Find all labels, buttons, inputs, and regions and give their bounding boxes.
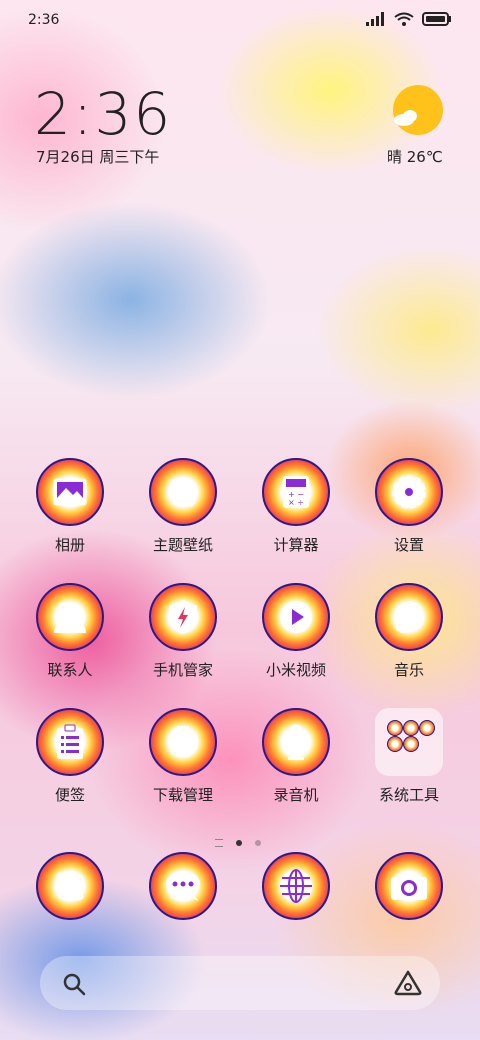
app-label: 音乐 bbox=[393, 661, 424, 679]
app-security[interactable]: 手机管家 bbox=[128, 583, 238, 680]
contact-icon bbox=[36, 583, 104, 651]
app-label: 设置 bbox=[393, 536, 424, 554]
page-dot[interactable] bbox=[255, 839, 262, 846]
app-label: 录音机 bbox=[273, 786, 319, 804]
dock-browser[interactable] bbox=[241, 852, 351, 920]
microphone-icon bbox=[262, 708, 330, 776]
app-label: 手机管家 bbox=[152, 661, 213, 679]
app-settings[interactable]: 设置 bbox=[354, 458, 464, 555]
folder-icon bbox=[375, 708, 443, 776]
app-label: 下载管理 bbox=[152, 786, 213, 804]
sun-cloud-icon[interactable] bbox=[392, 84, 444, 136]
dock-messages[interactable] bbox=[128, 852, 238, 920]
search-bar[interactable] bbox=[40, 956, 440, 1010]
play-icon bbox=[262, 583, 330, 651]
dock-camera[interactable] bbox=[354, 852, 464, 920]
status-icons bbox=[366, 12, 452, 26]
status-time: 2:36 bbox=[28, 12, 60, 28]
app-gallery[interactable]: 相册 bbox=[15, 458, 125, 555]
camera-icon bbox=[375, 852, 443, 920]
page-dot-active[interactable] bbox=[236, 839, 242, 846]
clock[interactable]: 2:36 bbox=[34, 80, 172, 148]
weather-text: 晴 26℃ bbox=[387, 148, 443, 166]
date: 7月26日 周三下午 bbox=[36, 148, 160, 166]
status-bar: 2:36 bbox=[0, 0, 480, 40]
signal-icon bbox=[366, 12, 384, 26]
app-label: 小米视频 bbox=[265, 661, 326, 679]
calculator-icon: + − × ÷ bbox=[262, 458, 330, 526]
svg-text:× ÷: × ÷ bbox=[288, 498, 304, 507]
shield-icon bbox=[149, 583, 217, 651]
message-icon bbox=[149, 852, 217, 920]
app-music[interactable]: 音乐 bbox=[354, 583, 464, 680]
paintbrush-icon bbox=[149, 458, 217, 526]
app-contacts[interactable]: 联系人 bbox=[15, 583, 125, 680]
notepad-icon bbox=[36, 708, 104, 776]
wifi-icon bbox=[394, 12, 414, 26]
phone-icon bbox=[36, 852, 104, 920]
app-video[interactable]: 小米视频 bbox=[241, 583, 351, 680]
assistant-icon[interactable] bbox=[394, 970, 422, 996]
dock-phone[interactable] bbox=[15, 852, 125, 920]
app-notes[interactable]: 便签 bbox=[15, 708, 125, 805]
app-label: 主题壁纸 bbox=[152, 536, 213, 554]
menu-lines-icon bbox=[214, 838, 223, 847]
search-icon[interactable] bbox=[62, 972, 86, 996]
gear-icon bbox=[375, 458, 443, 526]
app-label: 计算器 bbox=[273, 536, 319, 554]
app-label: 联系人 bbox=[47, 661, 93, 679]
app-recorder[interactable]: 录音机 bbox=[241, 708, 351, 805]
battery-icon bbox=[422, 12, 451, 26]
app-themes[interactable]: 主题壁纸 bbox=[128, 458, 238, 555]
page-indicator[interactable] bbox=[0, 832, 480, 851]
app-downloads[interactable]: 下载管理 bbox=[128, 708, 238, 805]
browser-icon bbox=[262, 852, 330, 920]
app-label: 便签 bbox=[54, 786, 85, 804]
gallery-icon bbox=[36, 458, 104, 526]
music-note-icon bbox=[375, 583, 443, 651]
app-calculator[interactable]: + − × ÷ 计算器 bbox=[241, 458, 351, 555]
app-label: 系统工具 bbox=[378, 786, 439, 804]
app-folder-system-tools[interactable]: 系统工具 bbox=[354, 708, 464, 805]
app-label: 相册 bbox=[54, 536, 85, 554]
download-icon bbox=[149, 708, 217, 776]
